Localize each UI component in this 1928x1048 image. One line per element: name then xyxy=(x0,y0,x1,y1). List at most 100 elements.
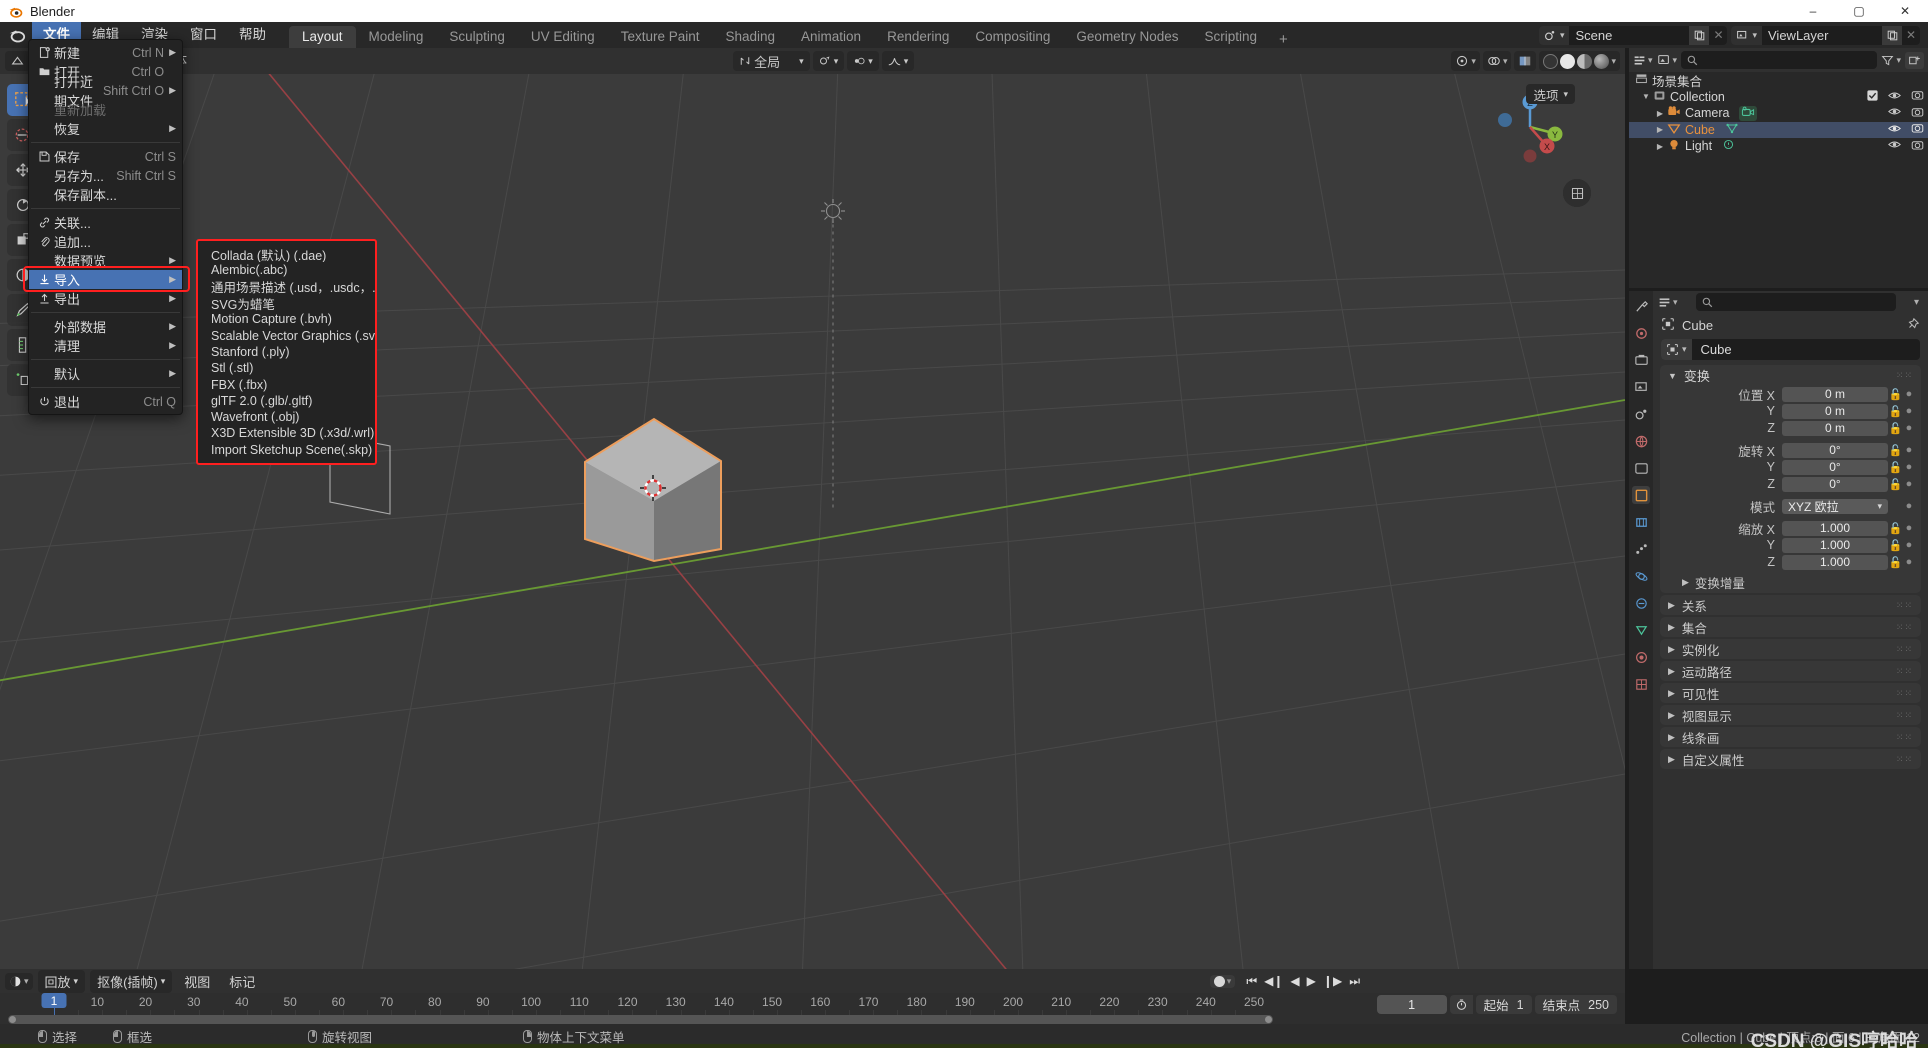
material-shading-icon[interactable] xyxy=(1577,53,1593,69)
file-menu-item-recover[interactable]: 恢复 ▶ xyxy=(29,119,182,138)
camera-data-icon[interactable] xyxy=(1739,105,1758,121)
viewport-overlay-toggles[interactable]: ▾ xyxy=(1482,51,1512,71)
drag-handle-icon[interactable]: ⁙⁙ xyxy=(1896,644,1913,655)
outliner-row-light[interactable]: ▶ Light xyxy=(1629,138,1928,155)
import-item-motion-capture[interactable]: Motion Capture (.bvh) xyxy=(198,311,375,327)
new-collection-button[interactable] xyxy=(1905,51,1924,69)
file-menu-item-export[interactable]: 导出 ▶ xyxy=(29,289,182,308)
lock-icon[interactable]: 🔓 xyxy=(1888,461,1903,474)
property-row-rotation-z[interactable]: Z 0° 🔓 ● xyxy=(1660,476,1921,492)
drag-handle-icon[interactable]: ⁙⁙ xyxy=(1896,732,1913,743)
chevron-right-icon[interactable]: ▶ xyxy=(1682,577,1689,588)
property-row-scale-x[interactable]: 缩放 X 1.000 🔓 ● xyxy=(1660,520,1921,537)
tab-geometry-nodes[interactable]: Geometry Nodes xyxy=(1063,26,1191,48)
file-menu-item-append[interactable]: 追加... xyxy=(29,232,182,251)
unlink-scene-button[interactable]: ✕ xyxy=(1709,26,1727,45)
proportional-falloff-button[interactable]: ▾ xyxy=(881,51,915,71)
file-menu-dropdown[interactable]: 新建 Ctrl N ▶ 打开... Ctrl O ▶ 打开近期文件 Shift … xyxy=(23,39,190,415)
panel-instancing[interactable]: ▶ 实例化 ⁙⁙ xyxy=(1660,639,1921,659)
tab-view-layer[interactable] xyxy=(1632,378,1650,396)
property-row-rotation-y[interactable]: Y 0° 🔓 ● xyxy=(1660,459,1921,475)
outliner-scene-collection-row[interactable]: 场景集合 xyxy=(1629,72,1928,89)
animate-property-dot[interactable]: ● xyxy=(1903,556,1915,568)
end-frame-field[interactable]: 结束点 250 xyxy=(1534,995,1617,1014)
animate-property-dot[interactable]: ● xyxy=(1903,388,1915,400)
panel-collections[interactable]: ▶ 集合 ⁙⁙ xyxy=(1660,617,1921,637)
previous-keyframe-button[interactable]: ◀❙ xyxy=(1264,974,1283,988)
property-value[interactable]: 0 m xyxy=(1782,420,1888,436)
rendered-shading-icon[interactable] xyxy=(1594,53,1610,69)
minimize-button[interactable]: – xyxy=(1790,0,1836,22)
animate-property-dot[interactable]: ● xyxy=(1903,522,1915,534)
properties-tab-column[interactable] xyxy=(1629,291,1653,969)
current-frame-field[interactable]: 1 xyxy=(1376,995,1447,1014)
file-menu-item-clean-up[interactable]: 清理 ▶ xyxy=(29,336,182,355)
light-data-icon[interactable] xyxy=(1722,138,1735,154)
import-submenu[interactable]: Collada (默认) (.dae) Alembic(.abc) 通用场景描述… xyxy=(196,239,377,465)
viewlayer-browse-icon[interactable]: ▾ xyxy=(1731,25,1762,45)
timeline-menu-playback[interactable]: 回放 ▾ xyxy=(37,969,86,993)
jump-to-end-button[interactable]: ⏭ xyxy=(1349,974,1360,989)
chevron-right-icon[interactable]: ▶ xyxy=(1668,710,1675,721)
import-item-wavefront-obj[interactable]: Wavefront (.obj) xyxy=(198,409,375,425)
panel-motion-paths[interactable]: ▶ 运动路径 ⁙⁙ xyxy=(1660,661,1921,681)
import-item-sketchup[interactable]: Import Sketchup Scene(.skp) xyxy=(198,442,375,458)
playback-controls[interactable]: ⏮ ◀❙ ◀ ▶ ❙▶ ⏭ xyxy=(1246,974,1360,989)
property-value[interactable]: 0° xyxy=(1782,442,1888,458)
camera-render-icon[interactable] xyxy=(1911,89,1924,104)
tab-material[interactable] xyxy=(1632,648,1650,666)
properties-options-chevron-down-icon[interactable]: ▾ xyxy=(1914,297,1923,308)
chevron-down-icon[interactable]: ▼ xyxy=(1639,92,1653,101)
pin-icon[interactable] xyxy=(1906,317,1920,334)
outliner-search-input[interactable] xyxy=(1681,51,1878,69)
animate-property-dot[interactable]: ● xyxy=(1903,461,1915,473)
solid-shading-icon[interactable] xyxy=(1560,53,1576,69)
property-value[interactable]: 1.000 xyxy=(1782,554,1888,570)
outliner-editor-type-button[interactable]: ▾ xyxy=(1633,54,1653,67)
start-frame-field[interactable]: 起始 1 xyxy=(1475,995,1532,1014)
property-value[interactable]: 0° xyxy=(1782,459,1888,475)
outliner-row-camera[interactable]: ▶ Camera xyxy=(1629,105,1928,122)
3d-viewport[interactable]: Z Y X 选项 ▾ xyxy=(0,74,1625,969)
outliner-row-cube[interactable]: ▶ Cube xyxy=(1629,121,1928,138)
drag-handle-icon[interactable]: ⁙⁙ xyxy=(1896,622,1913,633)
file-menu-item-link[interactable]: 关联... xyxy=(29,213,182,232)
tab-scene[interactable] xyxy=(1632,405,1650,423)
property-value[interactable]: 0 m xyxy=(1782,386,1888,402)
drag-handle-icon[interactable]: ⁙⁙ xyxy=(1896,710,1913,721)
property-row-rotation-x[interactable]: 旋转 X 0° 🔓 ● xyxy=(1660,442,1921,459)
file-menu-item-import[interactable]: 导入 ▶ xyxy=(23,266,190,292)
timeline-menu-marker[interactable]: 标记 xyxy=(222,972,262,991)
import-item-svg[interactable]: Scalable Vector Graphics (.svg) xyxy=(198,327,375,343)
panel-relations[interactable]: ▶ 关系 ⁙⁙ xyxy=(1660,595,1921,615)
tab-data[interactable] xyxy=(1632,621,1650,639)
lock-icon[interactable]: 🔓 xyxy=(1888,388,1903,401)
tab-physics[interactable] xyxy=(1632,567,1650,585)
animate-property-dot[interactable]: ● xyxy=(1903,405,1915,417)
rotation-mode-dropdown[interactable]: XYZ 欧拉 ▾ xyxy=(1782,498,1888,514)
import-item-stl[interactable]: Stl (.stl) xyxy=(198,360,375,376)
panel-custom-properties[interactable]: ▶ 自定义属性 ⁙⁙ xyxy=(1660,749,1921,769)
tab-scripting[interactable]: Scripting xyxy=(1191,26,1270,48)
lock-icon[interactable]: 🔓 xyxy=(1888,422,1903,435)
file-menu-item-save-copy[interactable]: 保存副本... xyxy=(29,185,182,204)
next-keyframe-button[interactable]: ❙▶ xyxy=(1323,974,1342,988)
lock-icon[interactable]: 🔓 xyxy=(1888,405,1903,418)
property-row-location-z[interactable]: Z 0 m 🔓 ● xyxy=(1660,420,1921,436)
timeline-scrollbar[interactable] xyxy=(8,1015,1273,1024)
chevron-right-icon[interactable]: ▶ xyxy=(1653,125,1667,134)
file-menu-item-recent[interactable]: 打开近期文件 Shift Ctrl O ▶ xyxy=(29,75,182,109)
tab-texture-paint[interactable]: Texture Paint xyxy=(608,26,713,48)
eye-icon[interactable] xyxy=(1888,123,1901,137)
blender-menu-icon[interactable] xyxy=(8,26,26,44)
remove-viewlayer-button[interactable]: ✕ xyxy=(1902,26,1920,45)
file-menu-item-data-preview[interactable]: 数据预览 ▶ xyxy=(29,251,182,270)
tab-collection[interactable] xyxy=(1632,459,1650,477)
chevron-right-icon[interactable]: ▶ xyxy=(1668,754,1675,765)
wireframe-shading-icon[interactable] xyxy=(1543,53,1559,69)
menu-help[interactable]: 帮助 xyxy=(228,22,277,48)
properties-editor[interactable]: ▾ ▾ Cube ▾ Cube ▼ 变换 ⁙⁙ 位置 X 0 m 🔓 ● Y 0… xyxy=(1629,291,1928,969)
drag-handle-icon[interactable]: ⁙⁙ xyxy=(1896,666,1913,677)
mesh-data-icon[interactable] xyxy=(1725,122,1739,138)
new-viewlayer-button[interactable] xyxy=(1882,25,1902,45)
